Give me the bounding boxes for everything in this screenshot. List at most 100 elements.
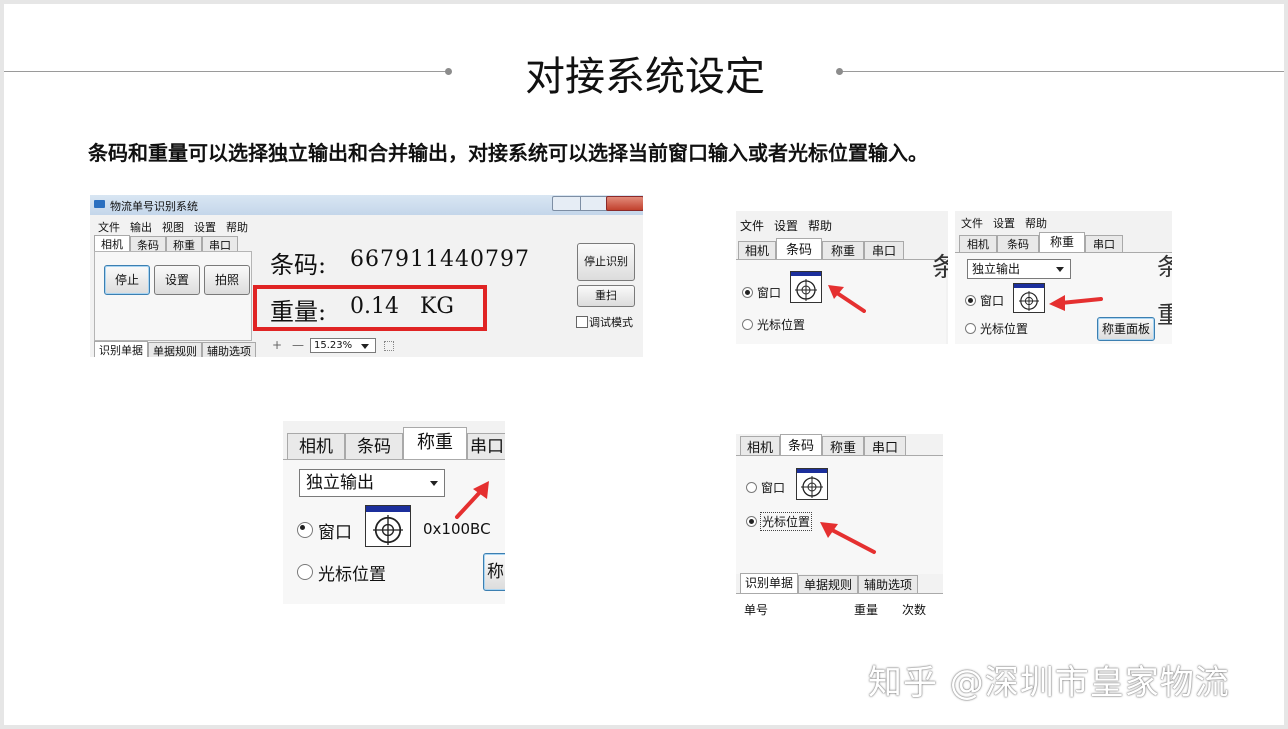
tab-weighing[interactable]: 称重 bbox=[822, 436, 864, 456]
output-mode-select[interactable]: 独立输出 bbox=[299, 469, 445, 497]
column-header[interactable]: 单号 bbox=[744, 601, 768, 618]
bottom-tab-recognized[interactable]: 识别单据 bbox=[94, 341, 148, 357]
slide bbox=[4, 4, 1284, 725]
radio-cursor[interactable] bbox=[746, 516, 757, 527]
radio-window-label: 窗口 bbox=[980, 294, 1005, 308]
radio-window-label: 窗口 bbox=[757, 286, 782, 300]
bottom-tab-options[interactable]: 辅助选项 bbox=[858, 575, 918, 594]
barcode-label: 条码: bbox=[270, 251, 327, 279]
column-header[interactable]: 重量 bbox=[854, 601, 878, 618]
output-mode-select[interactable]: 独立输出 bbox=[967, 259, 1071, 279]
weigh-panel-button[interactable]: 称 bbox=[483, 553, 505, 591]
screenshot-window-mode: 文件 设置 帮助 相机 条码 称重 串口 窗口 光标位置 条 bbox=[736, 211, 948, 344]
window-picker-icon[interactable] bbox=[796, 468, 828, 500]
stop-button[interactable]: 停止 bbox=[104, 265, 150, 295]
zoom-value: 15.23% bbox=[314, 340, 353, 351]
tab-barcode[interactable]: 条码 bbox=[780, 434, 822, 456]
output-mode-value: 独立输出 bbox=[306, 473, 374, 493]
radio-window[interactable] bbox=[965, 295, 976, 306]
radio-window-label: 窗口 bbox=[318, 523, 352, 543]
tab-weighing[interactable]: 称重 bbox=[1039, 232, 1085, 253]
rescan-button[interactable]: 重扫 bbox=[577, 285, 635, 307]
menu-settings[interactable]: 设置 bbox=[993, 217, 1015, 230]
title-left-line bbox=[4, 71, 448, 72]
menu-help[interactable]: 帮助 bbox=[226, 221, 248, 234]
tab-barcode[interactable]: 条码 bbox=[345, 433, 403, 460]
fit-icon[interactable] bbox=[384, 341, 394, 351]
radio-window[interactable] bbox=[297, 522, 313, 538]
radio-cursor[interactable] bbox=[297, 564, 313, 580]
zoom-out-button[interactable]: — bbox=[292, 338, 304, 352]
tab-serial[interactable]: 串口 bbox=[467, 433, 505, 460]
bottom-tab-rules[interactable]: 单据规则 bbox=[798, 575, 858, 594]
records-table: 单号 重量 次数 bbox=[736, 593, 943, 620]
watermark: 知乎 @深圳市皇家物流 bbox=[868, 663, 1230, 703]
slide-title: 对接系统设定 bbox=[525, 54, 765, 100]
maximize-button[interactable] bbox=[580, 196, 608, 211]
tab-serial[interactable]: 串口 bbox=[202, 236, 238, 252]
tab-serial[interactable]: 串口 bbox=[1085, 235, 1123, 253]
menu-help[interactable]: 帮助 bbox=[808, 219, 832, 233]
red-arrow-icon bbox=[820, 522, 876, 554]
output-mode-value: 独立输出 bbox=[972, 262, 1021, 276]
red-arrow-icon bbox=[828, 285, 866, 313]
radio-cursor[interactable] bbox=[965, 323, 976, 334]
menu-file[interactable]: 文件 bbox=[961, 217, 983, 230]
chevron-down-icon bbox=[430, 481, 438, 486]
close-button[interactable] bbox=[606, 196, 643, 211]
tab-weighing[interactable]: 称重 bbox=[403, 427, 467, 460]
tab-weighing[interactable]: 称重 bbox=[166, 236, 202, 252]
radio-cursor[interactable] bbox=[742, 319, 753, 330]
radio-cursor-label: 光标位置 bbox=[757, 318, 806, 332]
screenshot-weighing-window-mode: 文件 设置 帮助 相机 条码 称重 串口 独立输出 窗口 光标位置 称重面板 条 重 bbox=[955, 211, 1172, 344]
tab-barcode[interactable]: 条码 bbox=[130, 236, 166, 252]
radio-cursor-label: 光标位置 bbox=[760, 512, 813, 531]
tab-barcode[interactable]: 条码 bbox=[776, 238, 822, 260]
radio-window-label: 窗口 bbox=[761, 481, 786, 495]
bottom-tab-rules[interactable]: 单据规则 bbox=[148, 342, 202, 357]
window-picker-icon[interactable] bbox=[365, 505, 411, 547]
menu-bar: 文件 输出 视图 设置 帮助 bbox=[98, 219, 258, 235]
menu-view[interactable]: 视图 bbox=[162, 221, 184, 234]
window-picker-icon[interactable] bbox=[790, 271, 822, 303]
screenshot-weighing-handle: 相机 条码 称重 串口 独立输出 窗口 0x100BC 光标位置 称 bbox=[283, 421, 505, 604]
clipped-text: 条 bbox=[1157, 253, 1172, 281]
minimize-button[interactable] bbox=[552, 196, 582, 211]
chevron-down-icon bbox=[1056, 267, 1064, 272]
tab-camera[interactable]: 相机 bbox=[959, 235, 997, 253]
debug-mode-label: 调试模式 bbox=[589, 316, 633, 329]
stop-recognition-button[interactable]: 停止识别 bbox=[577, 243, 635, 281]
menu-file[interactable]: 文件 bbox=[740, 219, 764, 233]
tab-weighing[interactable]: 称重 bbox=[822, 241, 864, 260]
tab-camera[interactable]: 相机 bbox=[287, 433, 345, 460]
tab-serial[interactable]: 串口 bbox=[864, 436, 906, 456]
barcode-value: 667911440797 bbox=[350, 247, 530, 272]
radio-window[interactable] bbox=[742, 287, 753, 298]
menu-settings[interactable]: 设置 bbox=[194, 221, 216, 234]
weight-label: 重量: bbox=[270, 298, 327, 326]
menu-help[interactable]: 帮助 bbox=[1025, 217, 1047, 230]
app-icon bbox=[94, 200, 105, 208]
menu-settings[interactable]: 设置 bbox=[774, 219, 798, 233]
radio-window[interactable] bbox=[746, 482, 757, 493]
photo-button[interactable]: 拍照 bbox=[204, 265, 250, 295]
bottom-tab-recognized[interactable]: 识别单据 bbox=[740, 573, 798, 594]
zoom-select[interactable]: 15.23% bbox=[310, 338, 376, 353]
tab-serial[interactable]: 串口 bbox=[864, 241, 904, 260]
tab-camera[interactable]: 相机 bbox=[94, 235, 130, 252]
column-header[interactable]: 次数 bbox=[902, 601, 926, 618]
tab-camera[interactable]: 相机 bbox=[740, 436, 780, 456]
tab-camera[interactable]: 相机 bbox=[738, 241, 776, 260]
debug-mode-checkbox[interactable] bbox=[576, 316, 588, 328]
weigh-panel-button[interactable]: 称重面板 bbox=[1097, 317, 1155, 341]
weight-value: 0.14 bbox=[350, 294, 399, 319]
title-right-line bbox=[840, 71, 1284, 72]
bottom-tab-options[interactable]: 辅助选项 bbox=[202, 342, 256, 357]
menu-output[interactable]: 输出 bbox=[130, 221, 152, 234]
settings-button[interactable]: 设置 bbox=[154, 265, 200, 295]
zoom-in-button[interactable]: + bbox=[272, 338, 282, 352]
tab-barcode[interactable]: 条码 bbox=[997, 235, 1039, 253]
menu-file[interactable]: 文件 bbox=[98, 221, 120, 234]
screenshot-main-window: 物流单号识别系统 文件 输出 视图 设置 帮助 相机 条码 称重 串口 停止 设置 拍照… bbox=[90, 195, 643, 357]
window-picker-icon[interactable] bbox=[1013, 283, 1045, 313]
